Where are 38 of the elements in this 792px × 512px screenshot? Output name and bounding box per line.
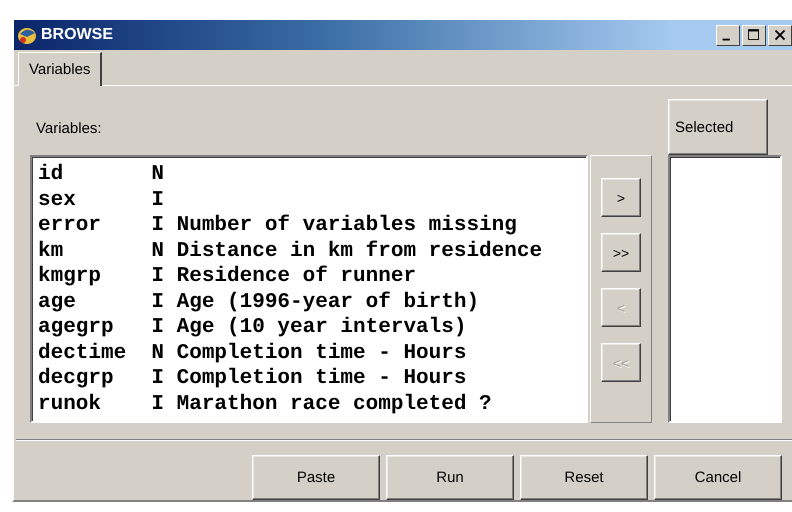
reset-button[interactable]: Reset xyxy=(520,455,648,500)
move-button[interactable]: >> xyxy=(601,233,641,272)
variable-label[interactable]: Completion time - Hours xyxy=(176,366,466,392)
tab[interactable]: Variables xyxy=(18,52,102,86)
variable-label[interactable]: Distance in km from residence xyxy=(176,238,542,264)
run-button[interactable]: Run xyxy=(386,455,514,500)
paste-button[interactable]: Paste xyxy=(252,455,380,500)
variable-type[interactable]: I xyxy=(151,290,177,315)
variable-type[interactable]: N xyxy=(151,162,177,188)
variable-name[interactable]: agegrp xyxy=(38,315,152,340)
variable-name[interactable]: age xyxy=(38,290,152,315)
variable-name[interactable]: decgrp xyxy=(38,366,152,392)
variable-type[interactable]: I xyxy=(151,366,177,392)
variable-label[interactable]: Number of variables missing xyxy=(176,213,517,238)
variable-label[interactable]: Completion time - Hours xyxy=(176,340,466,366)
variable-name[interactable]: id xyxy=(38,162,152,188)
variable-type[interactable]: I xyxy=(151,315,177,340)
selected-header: Selected xyxy=(668,99,768,155)
cancel-button[interactable]: Cancel xyxy=(654,455,782,500)
variable-type[interactable]: N xyxy=(151,340,177,366)
variable-label[interactable]: Age (10 year intervals) xyxy=(176,315,466,340)
move-button[interactable]: > xyxy=(601,178,641,217)
variable-label[interactable]: Marathon race completed ? xyxy=(176,392,492,417)
variable-name[interactable]: km xyxy=(38,238,152,264)
variable-name[interactable]: dectime xyxy=(38,340,152,366)
variable-name[interactable]: sex xyxy=(38,188,152,213)
variable-label[interactable]: Residence of runner xyxy=(176,264,416,290)
variable-type[interactable]: N xyxy=(151,238,177,264)
variable-name[interactable]: runok xyxy=(38,392,152,417)
variable-type[interactable]: I xyxy=(151,392,177,417)
variable-type[interactable]: I xyxy=(151,188,177,213)
variable-type[interactable]: I xyxy=(151,213,177,238)
variable-type[interactable]: I xyxy=(151,264,177,290)
variables-label: Variables: xyxy=(35,120,102,139)
variable-name[interactable]: error xyxy=(38,213,152,238)
window-title: BROWSE xyxy=(41,26,113,44)
variable-label[interactable]: Age (1996-year of birth) xyxy=(176,290,480,315)
variable-name[interactable]: kmgrp xyxy=(38,264,152,290)
